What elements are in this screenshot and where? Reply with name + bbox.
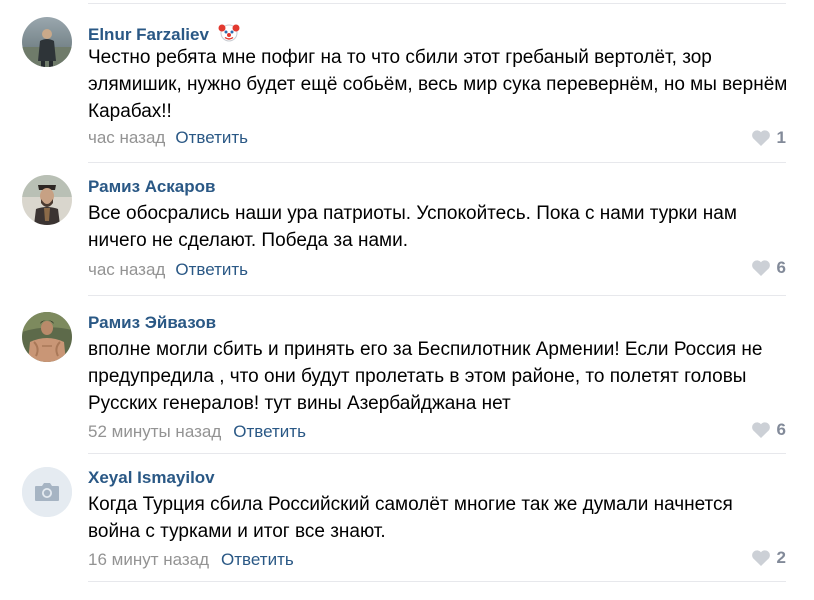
comment-time: 52 минуты назад [88,422,222,441]
divider [88,453,786,454]
comment-time: 16 минут назад [88,550,210,569]
reply-button[interactable]: Ответить [175,128,248,147]
avatar[interactable] [22,17,72,67]
reply-button[interactable]: Ответить [221,550,294,569]
author-name-text[interactable]: Elnur Farzaliev [88,25,209,44]
comment-meta: час назад Ответить [88,260,248,280]
like-count: 2 [776,548,786,567]
comment-meta: час назад Ответить [88,128,248,148]
comment-text: вполне могли сбить и принять его за Бесп… [88,339,763,414]
like-count: 1 [776,128,786,147]
like-count: 6 [776,258,786,277]
author-name[interactable]: Xeyal Ismayilov [88,468,215,488]
comment-time: час назад [88,128,166,147]
heart-icon [751,130,770,146]
comment-meta: 52 минуты назад Ответить [88,422,306,442]
like-count: 6 [776,420,786,439]
reply-button[interactable]: Ответить [175,260,248,279]
divider [88,581,786,582]
reply-button[interactable]: Ответить [233,422,306,441]
comment-text: Когда Турция сбила Российский самолёт мн… [88,494,733,542]
comment-text: Все обосрались наши ура патриоты. Успоко… [88,203,737,251]
like-button[interactable]: 1 [751,128,786,148]
avatar[interactable] [22,467,72,517]
comment-meta: 16 минут назад Ответить [88,550,294,570]
comment-text: Честно ребята мне пофиг на то что сбили … [88,47,788,122]
like-button[interactable]: 2 [751,548,786,568]
heart-icon [751,550,770,566]
like-button[interactable]: 6 [751,420,786,440]
like-button[interactable]: 6 [751,258,786,278]
divider [88,162,786,163]
avatar[interactable] [22,175,72,225]
author-name[interactable]: Рамиз Эйвазов [88,313,216,333]
heart-icon [751,422,770,438]
avatar[interactable] [22,312,72,362]
camera-placeholder-icon [22,467,72,517]
comment-time: час назад [88,260,166,279]
comments-feed: Elnur Farzaliev Честно ребята мне пофиг … [0,0,814,600]
heart-icon [751,260,770,276]
author-name[interactable]: Рамиз Аскаров [88,177,215,197]
divider [88,295,786,296]
divider [88,3,786,4]
